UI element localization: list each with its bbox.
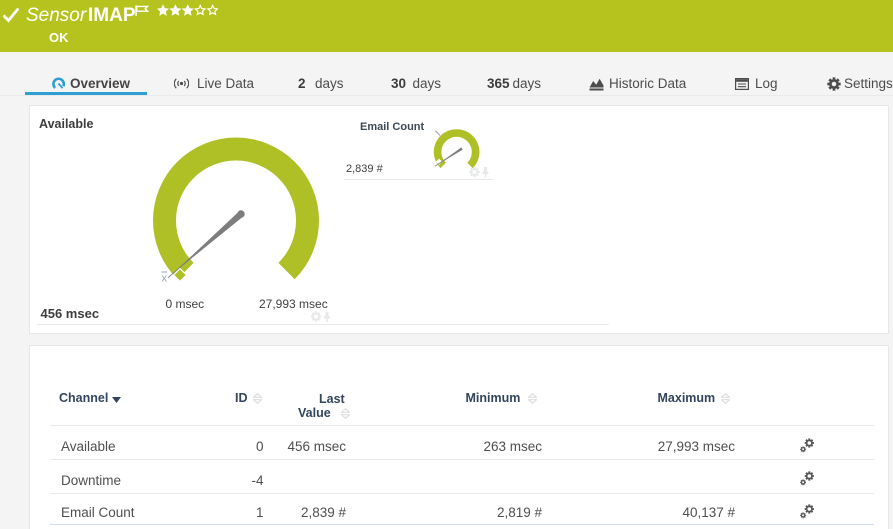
svg-text:x: x [162, 272, 168, 284]
